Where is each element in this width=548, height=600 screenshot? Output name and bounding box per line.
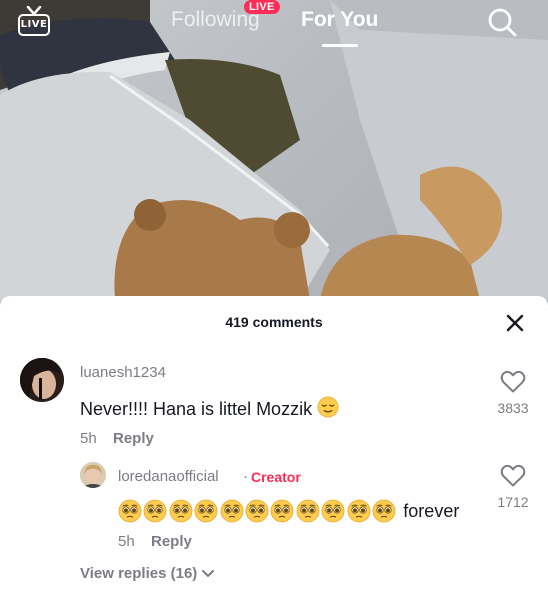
active-tab-indicator [322,44,358,47]
pleading-face-icon [118,499,142,523]
reply-username[interactable]: loredanaofficial [118,468,219,485]
separator-dot: · [243,468,248,485]
view-replies-label: View replies (16) [80,565,198,582]
reply-text: forever [118,499,459,523]
reply-button[interactable]: Reply [151,533,192,550]
chevron-down-icon [202,569,215,577]
tab-for-you[interactable]: For You [301,8,378,32]
like-heart-icon[interactable] [500,464,526,488]
live-badge: LIVE [244,0,280,14]
search-icon[interactable] [486,6,518,38]
comments-count-title: 419 comments [225,314,323,330]
reply-time: 5h [118,533,135,550]
pleading-face-icon [372,499,396,523]
comment-time: 5h [80,430,97,447]
top-navigation: LIVE Following LIVE For You [0,0,548,60]
pleading-face-emoji-group [118,499,397,523]
reply-avatar[interactable] [80,462,106,488]
pleading-face-icon [220,499,243,523]
reply-text-suffix: forever [403,500,460,521]
pleading-face-icon [169,499,193,523]
pleading-face-icon [296,499,320,523]
avatar[interactable] [20,358,64,402]
view-replies-button[interactable]: View replies (16) [80,565,215,582]
pleading-face-icon [194,499,218,523]
comment-username[interactable]: luanesh1234 [80,364,166,381]
like-count: 3833 [497,400,529,416]
pleading-face-icon [321,499,345,523]
comments-panel: 419 comments luanesh1234 Never!!!! Hana … [0,296,548,600]
close-icon[interactable] [503,311,527,335]
pleading-face-icon [270,499,294,523]
live-tv-icon[interactable]: LIVE [16,6,52,38]
comment-text: Never!!!! Hana is littel Mozzik [80,396,339,420]
pleading-face-icon [143,499,167,523]
comment-body: Never!!!! Hana is littel Mozzik [80,399,313,419]
live-icon-label: LIVE [18,14,50,36]
reply-like-count: 1712 [497,494,529,510]
pleading-face-icon [347,499,370,523]
creator-badge: Creator [251,469,301,485]
relieved-face-icon [317,396,339,418]
reply-button[interactable]: Reply [113,430,154,447]
like-heart-icon[interactable] [500,370,526,394]
pleading-face-icon [245,499,269,523]
